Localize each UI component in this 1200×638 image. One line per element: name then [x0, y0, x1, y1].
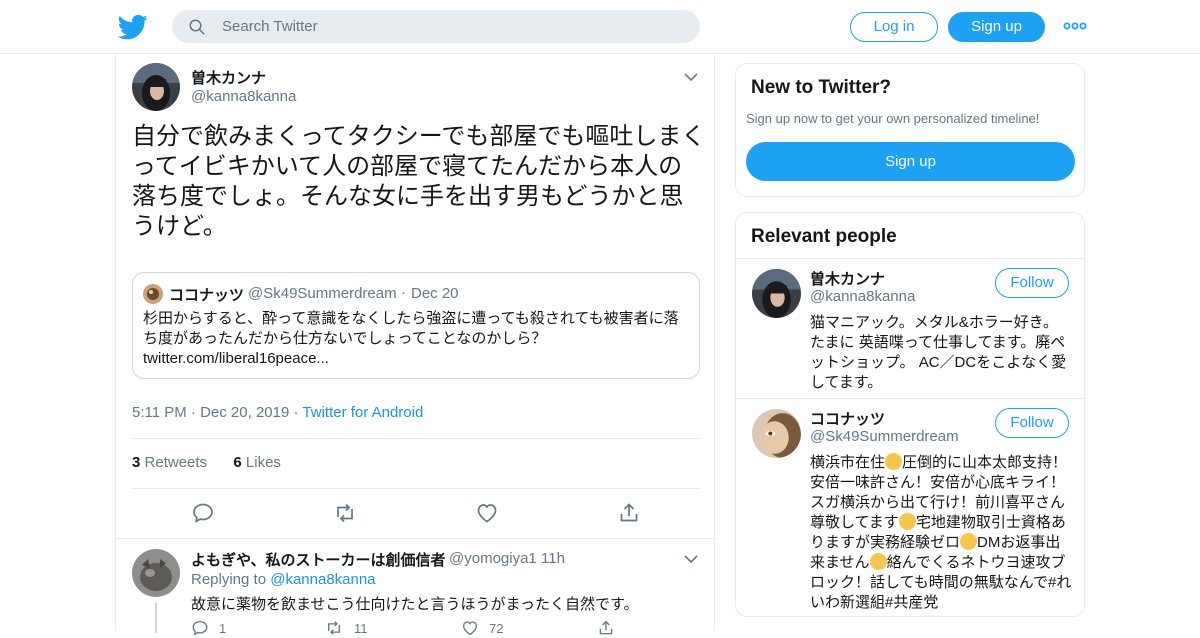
avatar[interactable] — [752, 409, 801, 458]
heart-icon[interactable] — [475, 501, 499, 525]
tweet-detail-column: 曽木カンナ @kanna8kanna 自分で飲みまくってタクシーでも部屋でも嘔吐… — [115, 54, 716, 636]
thread-line — [155, 603, 157, 633]
reply-text: 故意に薬物を飲ませこう仕向けたと言うほうがまったく自然です。 — [191, 596, 639, 613]
quoted-date: Dec 20 — [411, 285, 459, 302]
separator-dot: · — [401, 284, 406, 301]
person-handle[interactable]: @Sk49Summerdream — [810, 428, 959, 445]
quoted-link[interactable]: twitter.com/liberal16peace... — [143, 350, 329, 367]
person-bio: 猫マニアック。メタル&ホラー好き。たまに 英語喋って仕事してます。廃ペットショッ… — [810, 314, 1067, 391]
quoted-avatar — [143, 284, 163, 304]
chevron-down-icon[interactable] — [684, 72, 698, 82]
person-name[interactable]: 曽木カンナ — [810, 268, 885, 289]
smiling-face-emoji-icon — [898, 513, 916, 530]
retweets-count: 3 — [132, 454, 141, 471]
reply-action[interactable]: 1 — [191, 619, 226, 637]
smiling-face-emoji-icon — [885, 453, 903, 470]
card-title: New to Twitter? — [751, 77, 892, 98]
replying-prefix: Replying to — [191, 571, 267, 588]
login-button[interactable]: Log in — [850, 12, 938, 42]
sweat-smile-emoji-icon — [960, 533, 978, 550]
author-handle[interactable]: @kanna8kanna — [191, 88, 296, 105]
twitter-bird-icon[interactable] — [118, 12, 148, 42]
heart-icon — [462, 621, 478, 636]
divider — [736, 258, 1084, 259]
follow-button[interactable]: Follow — [995, 268, 1069, 298]
signup-button[interactable]: Sign up — [948, 12, 1045, 42]
reply-time[interactable]: 11h — [541, 550, 565, 567]
share-action[interactable] — [597, 619, 625, 637]
quoted-tweet[interactable]: ココナッツ @Sk49Summerdream · Dec 20 杉田からすると、… — [132, 272, 700, 379]
tweet-stats: 3 Retweets 6 Likes — [132, 454, 281, 471]
card-title: Relevant people — [751, 226, 897, 247]
separator-dot: · — [530, 550, 535, 567]
follow-button[interactable]: Follow — [995, 408, 1069, 438]
avatar[interactable] — [132, 549, 180, 597]
reply-tweet[interactable]: よもぎや、私のストーカーは創価信者 @yomogiya1 · 11h Reply… — [116, 538, 716, 638]
quoted-author-name: ココナッツ — [169, 287, 245, 304]
search-input[interactable]: Search Twitter — [222, 18, 318, 35]
card-subtitle: Sign up now to get your own personalized… — [746, 111, 1040, 126]
like-count: 72 — [489, 620, 504, 636]
avatar[interactable] — [752, 269, 801, 318]
divider — [132, 438, 700, 439]
retweet-count: 11 — [354, 620, 368, 636]
avatar[interactable] — [132, 63, 180, 111]
likes-count: 6 — [233, 454, 242, 471]
reply-author-name[interactable]: よもぎや、私のストーカーは創価信者 — [191, 549, 446, 570]
divider — [132, 488, 700, 489]
reply-author-handle[interactable]: @yomogiya1 — [449, 550, 537, 567]
person-handle[interactable]: @kanna8kanna — [810, 288, 915, 305]
search-bar[interactable]: Search Twitter — [172, 10, 700, 43]
tweet-text: 自分で飲みまくってタクシーでも部屋でも嘔吐しまくってイビキかいて人の部屋で寝てた… — [132, 123, 706, 240]
more-options-icon[interactable] — [1062, 16, 1088, 36]
reply-icon — [192, 620, 208, 636]
replying-to: Replying to @kanna8kanna — [191, 571, 376, 588]
separator-dot: · — [190, 404, 201, 421]
person-bio: 横浜市在住 圧倒的に山本太郎支持！安倍一味許さん！安倍が心底キライ！スガ横浜から出… — [810, 453, 1072, 613]
share-icon[interactable] — [617, 501, 641, 525]
reply-icon[interactable] — [191, 501, 215, 525]
chevron-down-icon[interactable] — [684, 554, 698, 564]
retweet-icon[interactable] — [333, 501, 357, 525]
relevant-people-card: Relevant people 曽木カンナ @kanna8kanna Follo… — [735, 212, 1085, 617]
tweet-source[interactable]: Twitter for Android — [302, 404, 423, 421]
divider — [736, 398, 1084, 399]
quoted-author-handle: @Sk49Summerdream — [248, 285, 397, 302]
replying-to-handle[interactable]: @kanna8kanna — [270, 571, 375, 588]
bio-text: 横浜市在住 — [810, 454, 886, 471]
tweet-meta: 5:11 PM · Dec 20, 2019 · Twitter for And… — [132, 404, 423, 421]
tweet-time: 5:11 PM — [132, 404, 187, 421]
signup-button[interactable]: Sign up — [746, 142, 1075, 181]
reply-count: 1 — [219, 620, 227, 636]
top-nav-bar: Search Twitter Log in Sign up — [0, 0, 1200, 54]
retweets-label: Retweets — [144, 454, 208, 471]
retweet-icon — [328, 621, 340, 635]
retweets-stat[interactable]: 3 Retweets — [132, 454, 207, 471]
new-to-twitter-card: New to Twitter? Sign up now to get your … — [735, 63, 1085, 197]
likes-stat[interactable]: 6 Likes — [233, 454, 281, 471]
disappointed-face-emoji-icon — [869, 553, 887, 570]
search-icon — [189, 19, 205, 35]
retweet-action[interactable]: 11 — [324, 619, 368, 637]
person-name[interactable]: ココナッツ — [810, 408, 885, 429]
share-icon — [599, 620, 613, 635]
author-name[interactable]: 曽木カンナ — [191, 67, 266, 88]
like-action[interactable]: 72 — [461, 619, 503, 637]
likes-label: Likes — [245, 454, 281, 471]
quoted-text: 杉田からすると、酔って意識をなくしたら強盗に遭っても殺されても被害者に落ち度があ… — [143, 310, 679, 347]
tweet-date[interactable]: Dec 20, 2019 — [200, 404, 289, 421]
